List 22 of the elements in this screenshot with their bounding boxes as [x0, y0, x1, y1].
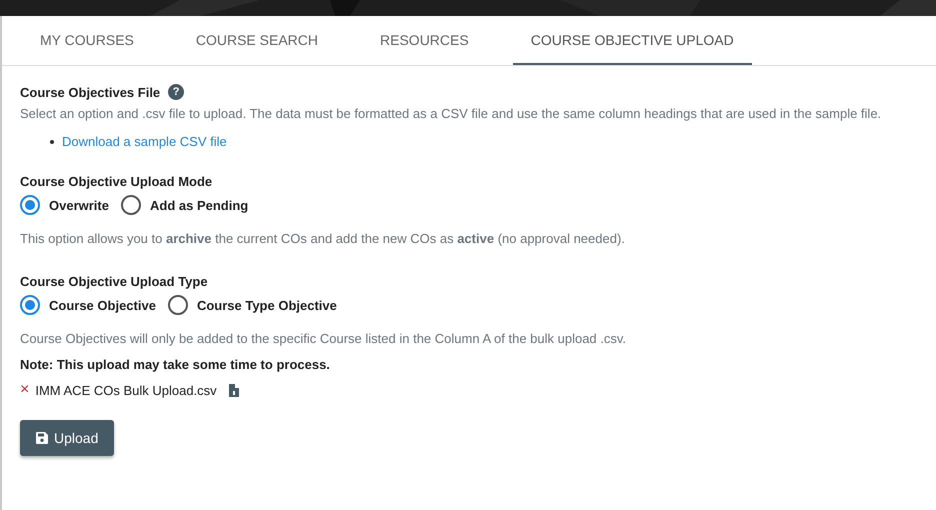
- tab[interactable]: COURSE SEARCH: [178, 16, 336, 65]
- upload-button[interactable]: Upload: [20, 420, 114, 456]
- save-icon: [36, 432, 48, 444]
- radio-option[interactable]: Course Objective: [20, 295, 156, 315]
- download-link[interactable]: Download a sample CSV file: [62, 134, 227, 149]
- section-heading: Course Objectives File: [20, 84, 160, 100]
- info-text: This option allows you to archive the current COs and add the new COs as active (no approval needed).: [20, 230, 626, 248]
- tab[interactable]: COURSE OBJECTIVE UPLOAD: [512, 16, 752, 65]
- remove-icon[interactable]: ×: [20, 382, 30, 398]
- file-icon: [228, 384, 239, 396]
- radio-option[interactable]: Add as Pending: [120, 195, 248, 215]
- section-heading: Course Objective Upload Type: [20, 273, 209, 291]
- section-heading: Course Objective Upload Mode: [20, 173, 214, 191]
- info-text: Course Objectives will only be added to the specific Course listed in the Column A of the bulk upload .csv.: [20, 330, 628, 348]
- file-name: IMM ACE COs Bulk Upload.csv: [35, 382, 217, 398]
- tab[interactable]: MY COURSES: [22, 16, 152, 65]
- help-icon[interactable]: ?: [168, 84, 184, 100]
- tab[interactable]: RESOURCES: [362, 16, 487, 65]
- note-text: Note: This upload may take some time to process.: [20, 357, 331, 372]
- description-text: Select an option and .csv file to upload. The data must be formatted as a CSV file and use the same column headings that are used in the sample file.: [20, 105, 882, 123]
- radio-option[interactable]: Course Type Objective: [168, 295, 337, 315]
- radio-option[interactable]: Overwrite: [20, 195, 109, 215]
